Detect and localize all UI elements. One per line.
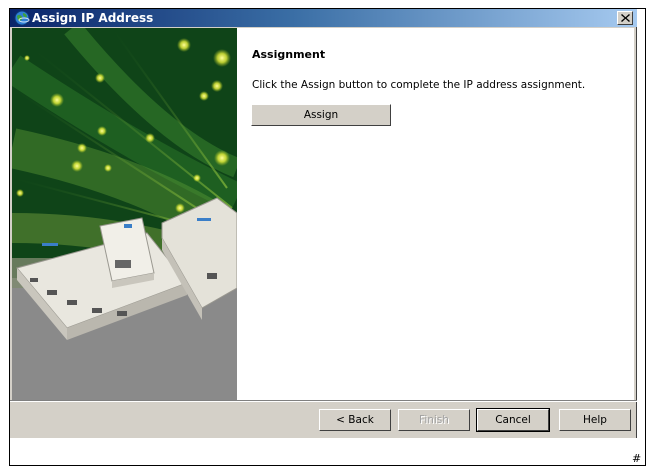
button-bar-separator [10, 400, 637, 402]
finish-button[interactable]: Finish [398, 409, 470, 431]
fiber-optic-devices-image [12, 28, 237, 400]
globe-icon [14, 10, 30, 26]
cancel-button[interactable]: Cancel [476, 408, 550, 432]
assign-button[interactable]: Assign [251, 104, 391, 126]
title-bar[interactable]: Assign IP Address [10, 9, 637, 27]
page-heading: Assignment [252, 48, 326, 61]
window-title: Assign IP Address [32, 11, 154, 25]
wizard-side-image [12, 28, 237, 400]
close-icon [621, 14, 630, 22]
wizard-content: Assignment Click the Assign button to co… [237, 28, 634, 400]
assign-ip-dialog: Assign IP Address Assignment Click the A… [10, 9, 637, 438]
close-button[interactable] [617, 11, 633, 25]
instruction-text: Click the Assign button to complete the … [252, 79, 586, 91]
help-button[interactable]: Help [559, 409, 631, 431]
back-button[interactable]: < Back [319, 409, 391, 431]
corner-mark: # [632, 452, 642, 465]
